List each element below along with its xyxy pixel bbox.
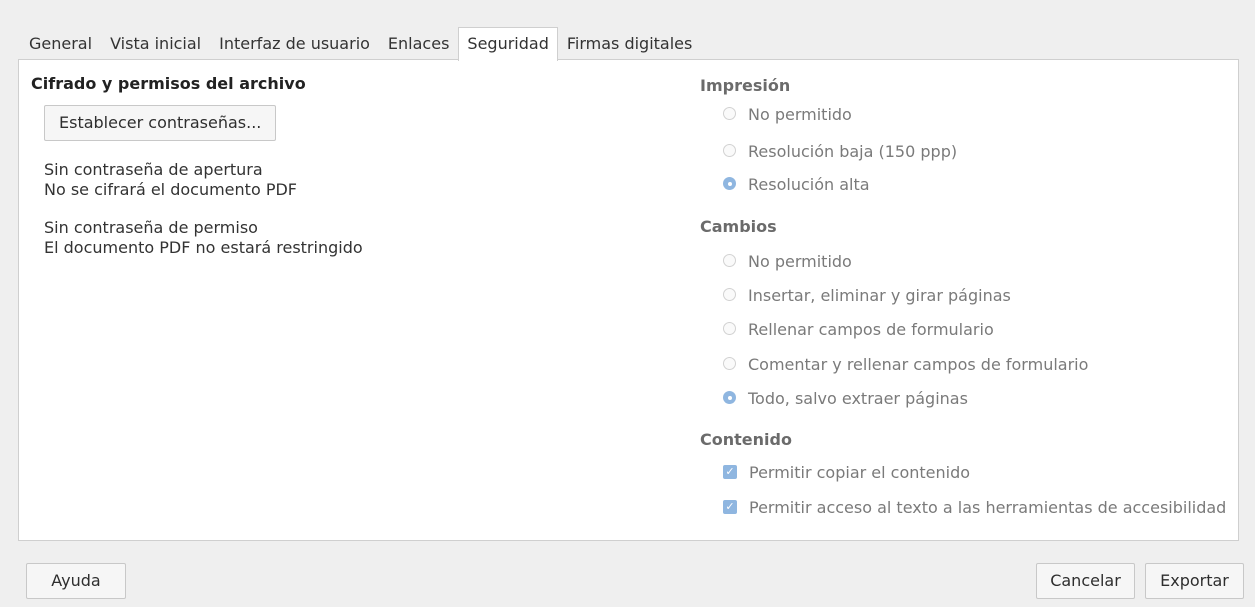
printing-low-resolution-option[interactable]: Resolución baja (150 ppp) bbox=[723, 141, 957, 163]
changes-comment-fill-forms-option[interactable]: Comentar y rellenar campos de formulario bbox=[723, 354, 1088, 376]
radio-checked-icon bbox=[723, 391, 736, 404]
set-passwords-button[interactable]: Establecer contraseñas... bbox=[44, 105, 277, 141]
printing-high-resolution-option[interactable]: Resolución alta bbox=[723, 174, 870, 196]
changes-insert-delete-rotate-option[interactable]: Insertar, eliminar y girar páginas bbox=[723, 285, 1011, 307]
option-label: No permitido bbox=[748, 105, 852, 124]
radio-icon bbox=[723, 288, 736, 301]
option-label: Rellenar campos de formulario bbox=[748, 320, 994, 339]
tab-digital-signatures[interactable]: Firmas digitales bbox=[558, 27, 702, 60]
changes-all-except-extract-option[interactable]: Todo, salvo extraer páginas bbox=[723, 388, 968, 410]
option-label: Resolución alta bbox=[748, 175, 870, 194]
printing-not-permitted-option[interactable]: No permitido bbox=[723, 104, 852, 126]
export-button[interactable]: Exportar bbox=[1145, 563, 1244, 599]
open-password-status: Sin contraseña de apertura bbox=[44, 160, 263, 179]
option-label: Insertar, eliminar y girar páginas bbox=[748, 286, 1011, 305]
radio-icon bbox=[723, 357, 736, 370]
help-button[interactable]: Ayuda bbox=[26, 563, 126, 599]
changes-fill-forms-option[interactable]: Rellenar campos de formulario bbox=[723, 319, 994, 341]
encryption-status: No se cifrará el documento PDF bbox=[44, 180, 297, 199]
option-label: Comentar y rellenar campos de formulario bbox=[748, 355, 1089, 374]
radio-icon bbox=[723, 107, 736, 120]
restriction-status: El documento PDF no estará restringido bbox=[44, 238, 363, 257]
checkbox-checked-icon: ✓ bbox=[723, 499, 737, 514]
tab-bar: General Vista inicial Interfaz de usuari… bbox=[20, 27, 702, 61]
radio-icon bbox=[723, 254, 736, 267]
tab-links[interactable]: Enlaces bbox=[379, 27, 458, 60]
content-section-title: Contenido bbox=[700, 430, 792, 449]
tab-general[interactable]: General bbox=[20, 27, 101, 60]
encryption-section-title: Cifrado y permisos del archivo bbox=[31, 74, 306, 93]
security-panel: Cifrado y permisos del archivo Establece… bbox=[18, 59, 1239, 541]
allow-copy-content-checkbox[interactable]: ✓ Permitir copiar el contenido bbox=[723, 462, 970, 484]
radio-icon bbox=[723, 144, 736, 157]
printing-section-title: Impresión bbox=[700, 76, 791, 95]
dialog-top-strip bbox=[0, 0, 1255, 20]
allow-accessibility-access-checkbox[interactable]: ✓ Permitir acceso al texto a las herramie… bbox=[723, 497, 1226, 519]
cancel-button[interactable]: Cancelar bbox=[1036, 563, 1135, 599]
radio-checked-icon bbox=[723, 177, 736, 190]
tab-user-interface[interactable]: Interfaz de usuario bbox=[210, 27, 379, 60]
changes-section-title: Cambios bbox=[700, 217, 777, 236]
open-password-info: Sin contraseña de apertura No se cifrará… bbox=[44, 160, 297, 200]
permission-password-status: Sin contraseña de permiso bbox=[44, 218, 258, 237]
radio-icon bbox=[723, 322, 736, 335]
option-label: Resolución baja (150 ppp) bbox=[748, 142, 958, 161]
tab-initial-view[interactable]: Vista inicial bbox=[101, 27, 210, 60]
option-label: Todo, salvo extraer páginas bbox=[748, 389, 968, 408]
option-label: No permitido bbox=[748, 252, 852, 271]
changes-not-permitted-option[interactable]: No permitido bbox=[723, 251, 852, 273]
permission-password-info: Sin contraseña de permiso El documento P… bbox=[44, 218, 363, 258]
checkbox-checked-icon: ✓ bbox=[723, 464, 737, 479]
tab-security[interactable]: Seguridad bbox=[458, 27, 558, 61]
option-label: Permitir copiar el contenido bbox=[749, 463, 971, 482]
option-label: Permitir acceso al texto a las herramien… bbox=[749, 498, 1227, 517]
